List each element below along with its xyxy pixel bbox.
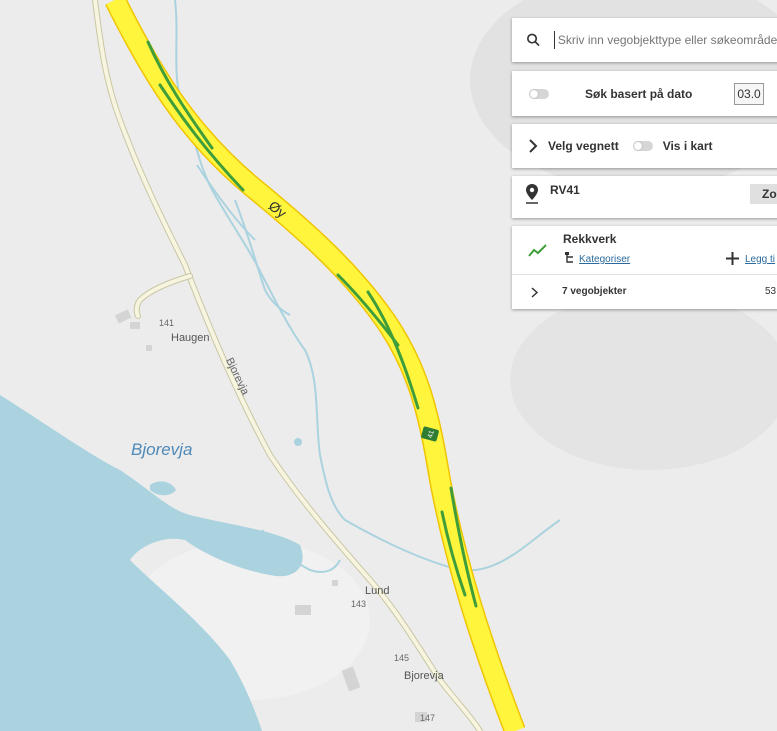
show-on-map-toggle[interactable] xyxy=(632,141,653,151)
location-panel: RV41 Zo xyxy=(512,176,777,218)
chevron-right-icon[interactable] xyxy=(531,287,539,298)
object-count-label[interactable]: 7 vegobjekter xyxy=(562,286,626,297)
hierarchy-icon xyxy=(565,252,573,263)
date-filter-toggle[interactable] xyxy=(529,88,549,99)
categorize-link[interactable]: Kategoriser xyxy=(579,254,630,265)
object-type-name: Rekkverk xyxy=(563,232,617,246)
chevron-right-icon[interactable] xyxy=(528,139,538,153)
date-filter-panel: Søk basert på dato 03.0 xyxy=(512,71,777,116)
location-road: RV41 xyxy=(550,183,580,197)
network-label[interactable]: Velg vegnett xyxy=(548,139,619,153)
search-panel xyxy=(512,18,777,62)
place-label-bjorevja-farm: Bjorevja xyxy=(404,670,444,682)
zoom-button[interactable]: Zo xyxy=(750,184,777,204)
house-number-145: 145 xyxy=(394,653,410,663)
location-pin-icon xyxy=(526,184,538,204)
house-number-147: 147 xyxy=(420,713,436,723)
place-label-haugen: Haugen xyxy=(171,332,210,344)
date-filter-label: Søk basert på dato xyxy=(585,86,693,101)
place-label-lund: Lund xyxy=(365,585,390,597)
search-input[interactable] xyxy=(555,32,777,48)
object-count-value: 53 xyxy=(765,286,777,297)
water-label: Bjorevja xyxy=(131,440,193,459)
trend-line-icon xyxy=(528,244,547,257)
date-input[interactable]: 03.0 xyxy=(734,82,764,105)
house-number-141: 141 xyxy=(159,318,175,328)
network-panel: Velg vegnett Vis i kart xyxy=(512,124,777,168)
house-number-143: 143 xyxy=(351,599,367,609)
show-on-map-label: Vis i kart xyxy=(662,139,713,153)
search-icon xyxy=(527,33,540,47)
plus-icon[interactable] xyxy=(726,252,739,265)
add-link[interactable]: Legg ti xyxy=(745,254,775,265)
object-type-panel: Rekkverk Kategoriser Legg ti 7 vegobjekt… xyxy=(512,226,777,309)
